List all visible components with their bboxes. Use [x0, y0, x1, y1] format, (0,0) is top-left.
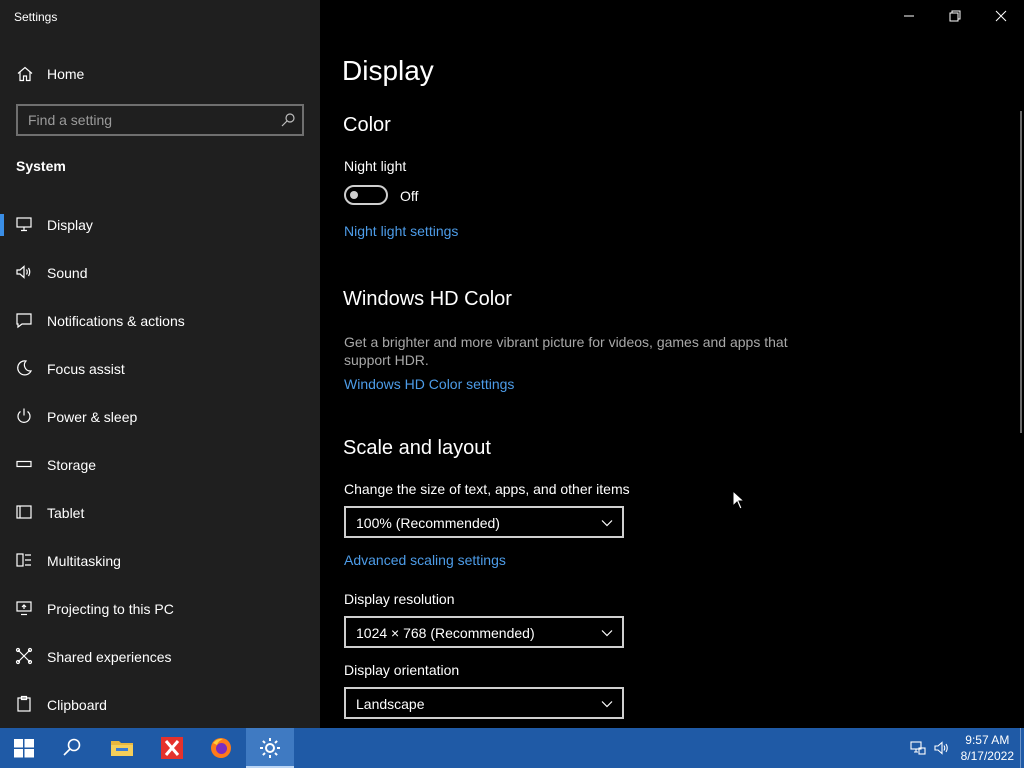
- sidebar-nav: Display Sound Notifications & actions Fo…: [0, 201, 320, 729]
- sidebar-section-system: System: [16, 158, 66, 174]
- resolution-dropdown[interactable]: 1024 × 768 (Recommended): [344, 616, 624, 648]
- monitor-icon: [16, 217, 32, 232]
- night-light-label: Night light: [344, 158, 407, 174]
- close-icon: [995, 10, 1007, 22]
- sidebar-item-label: Notifications & actions: [47, 313, 185, 329]
- resolution-label: Display resolution: [344, 591, 455, 607]
- sidebar-item-label: Tablet: [47, 505, 85, 521]
- xampp-button[interactable]: [148, 728, 196, 768]
- scale-size-dropdown[interactable]: 100% (Recommended): [344, 506, 624, 538]
- dropdown-value: 100% (Recommended): [356, 515, 500, 531]
- shared-experiences-icon: [15, 647, 33, 665]
- orientation-label: Display orientation: [344, 662, 460, 678]
- section-heading-color: Color: [343, 114, 391, 136]
- sidebar-item-multitasking[interactable]: Multitasking: [0, 537, 320, 585]
- night-light-state: Off: [400, 188, 419, 204]
- network-icon[interactable]: [910, 740, 926, 756]
- sidebar-item-focus-assist[interactable]: Focus assist: [0, 345, 320, 393]
- search-input[interactable]: [18, 106, 272, 134]
- settings-icon: [260, 738, 280, 758]
- sidebar-item-label: Focus assist: [47, 361, 125, 377]
- moon-icon: [17, 360, 33, 376]
- notification-icon: [16, 313, 32, 329]
- home-icon: [17, 66, 33, 82]
- night-light-toggle[interactable]: [344, 185, 388, 205]
- taskbar: 9:57 AM 8/17/2022: [0, 728, 1024, 768]
- sidebar: Settings Home System Display Sound Notif…: [0, 0, 320, 728]
- sidebar-item-sound[interactable]: Sound: [0, 249, 320, 297]
- volume-icon[interactable]: [934, 740, 950, 756]
- sidebar-item-clipboard[interactable]: Clipboard: [0, 681, 320, 729]
- sidebar-item-notifications[interactable]: Notifications & actions: [0, 297, 320, 345]
- sidebar-item-label: Power & sleep: [47, 409, 138, 425]
- xampp-icon: [161, 737, 183, 759]
- sidebar-item-label: Storage: [47, 457, 97, 473]
- advanced-scaling-link[interactable]: Advanced scaling settings: [344, 552, 506, 568]
- speaker-icon: [16, 265, 31, 279]
- toggle-knob: [350, 191, 358, 199]
- start-button[interactable]: [0, 728, 48, 768]
- close-button[interactable]: [978, 0, 1024, 32]
- clock-time: 9:57 AM: [965, 733, 1010, 747]
- taskbar-search-button[interactable]: [48, 728, 96, 768]
- firefox-button[interactable]: [197, 728, 245, 768]
- window-controls: [886, 0, 1024, 32]
- clipboard-icon: [17, 695, 31, 712]
- show-desktop-button[interactable]: [1020, 728, 1024, 768]
- scrollbar[interactable]: [1020, 111, 1022, 433]
- sidebar-item-tablet[interactable]: Tablet: [0, 489, 320, 537]
- storage-icon: [16, 460, 32, 468]
- search-icon[interactable]: [280, 112, 296, 128]
- file-explorer-icon: [111, 741, 133, 756]
- restore-icon: [949, 10, 961, 22]
- chevron-down-icon: [601, 520, 613, 527]
- dropdown-value: Landscape: [356, 696, 425, 712]
- mouse-cursor-icon: [732, 490, 746, 510]
- sidebar-item-label: Multitasking: [47, 553, 121, 569]
- orientation-dropdown[interactable]: Landscape: [344, 687, 624, 719]
- file-explorer-button[interactable]: [98, 728, 146, 768]
- scale-size-label: Change the size of text, apps, and other…: [344, 481, 630, 497]
- sidebar-item-storage[interactable]: Storage: [0, 441, 320, 489]
- main-content: Display Color Night light Off Night ligh…: [320, 0, 1024, 728]
- hd-color-description: Get a brighter and more vibrant picture …: [344, 334, 788, 368]
- minimize-icon: [904, 15, 914, 17]
- minimize-button[interactable]: [886, 0, 932, 32]
- window-title: Settings: [14, 10, 58, 24]
- sidebar-item-display[interactable]: Display: [0, 201, 320, 249]
- night-light-settings-link[interactable]: Night light settings: [344, 223, 458, 239]
- sidebar-item-shared-experiences[interactable]: Shared experiences: [0, 633, 320, 681]
- hd-color-settings-link[interactable]: Windows HD Color settings: [344, 376, 514, 392]
- search-box[interactable]: [16, 104, 304, 136]
- multitasking-icon: [16, 553, 31, 567]
- dropdown-value: 1024 × 768 (Recommended): [356, 625, 535, 641]
- section-heading-scale-layout: Scale and layout: [343, 437, 491, 459]
- sidebar-item-label: Clipboard: [47, 697, 107, 713]
- settings-taskbar-button[interactable]: [246, 728, 294, 768]
- chevron-down-icon: [601, 701, 613, 708]
- page-title: Display: [342, 55, 434, 86]
- sidebar-item-label: Sound: [47, 265, 88, 281]
- sidebar-item-projecting[interactable]: Projecting to this PC: [0, 585, 320, 633]
- power-icon: [17, 408, 31, 423]
- restore-button[interactable]: [932, 0, 978, 32]
- start-icon: [14, 739, 34, 758]
- sidebar-item-label: Shared experiences: [47, 649, 172, 665]
- firefox-icon: [211, 738, 231, 758]
- taskbar-clock[interactable]: 9:57 AM 8/17/2022: [961, 732, 1014, 764]
- sidebar-item-label: Projecting to this PC: [47, 601, 174, 617]
- chevron-down-icon: [601, 630, 613, 637]
- sidebar-item-label: Display: [47, 217, 93, 233]
- clock-date: 8/17/2022: [960, 749, 1014, 763]
- sidebar-home[interactable]: Home: [0, 58, 320, 88]
- sidebar-home-label: Home: [47, 66, 85, 82]
- sidebar-item-power-sleep[interactable]: Power & sleep: [0, 393, 320, 441]
- search-icon: [63, 738, 81, 756]
- tablet-icon: [16, 505, 32, 519]
- projecting-icon: [16, 601, 32, 616]
- section-heading-hd-color: Windows HD Color: [343, 288, 512, 310]
